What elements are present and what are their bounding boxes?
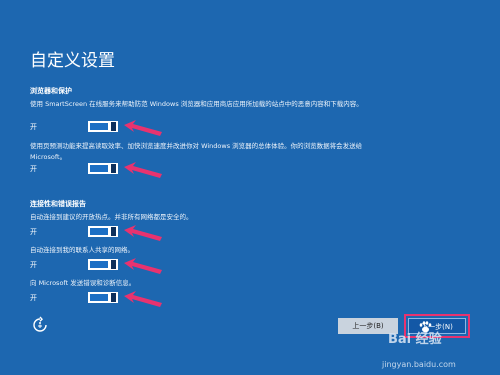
toggle-state-label: 开 (30, 228, 37, 236)
setting-row-error-reporting: 开 (30, 291, 180, 307)
setting-error-reporting-description: 向 Microsoft 发送错误和诊断信息。 (30, 279, 136, 287)
setting-row-open-hotspots: 开 (30, 225, 180, 241)
toggle-thumb (111, 227, 116, 236)
toggle-track (90, 228, 108, 235)
setting-page-prediction-description: 使用页预测功能来提高读取效率、加快浏览速度并改进你对 Windows 浏览器的总… (30, 142, 363, 161)
setting-smartscreen-description: 使用 SmartScreen 在线服务来帮助防范 Windows 浏览器和应用商… (30, 100, 363, 108)
page-prediction-toggle[interactable] (88, 163, 118, 174)
pink-arrow-icon (124, 225, 162, 241)
setting-contact-networks-description: 自动连接到我的联系人共享的网络。 (30, 246, 134, 254)
watermark-url: jingyan.baidu.com (382, 360, 456, 369)
toggle-thumb (111, 164, 116, 173)
toggle-track (90, 261, 108, 268)
toggle-state-label: 开 (30, 294, 37, 302)
pink-arrow-icon (124, 162, 162, 178)
page-title: 自定义设置 (30, 51, 115, 71)
toggle-thumb (111, 293, 116, 302)
setting-row-smartscreen: 开 (30, 120, 180, 136)
pink-arrow-icon (124, 291, 162, 307)
smartscreen-toggle[interactable] (88, 121, 118, 132)
setting-row-contact-networks: 开 (30, 258, 180, 274)
error-reporting-toggle[interactable] (88, 292, 118, 303)
toggle-track (90, 294, 108, 301)
toggle-thumb (111, 260, 116, 269)
toggle-state-label: 开 (30, 261, 37, 269)
contact-networks-toggle[interactable] (88, 259, 118, 270)
watermark-brand: Bai 经验 (388, 332, 442, 347)
ease-of-access-icon[interactable] (31, 316, 49, 334)
pink-arrow-icon (124, 258, 162, 274)
open-hotspots-toggle[interactable] (88, 226, 118, 237)
toggle-state-label: 开 (30, 123, 37, 131)
toggle-track (90, 165, 108, 172)
section-heading-browser-protection: 浏览器和保护 (30, 87, 72, 95)
toggle-track (90, 123, 108, 130)
setting-row-page-prediction: 开 (30, 162, 180, 178)
section-heading-connectivity: 连接性和错误报告 (30, 200, 86, 208)
pink-arrow-icon (124, 120, 162, 136)
toggle-thumb (111, 122, 116, 131)
toggle-state-label: 开 (30, 165, 37, 173)
setting-open-hotspots-description: 自动连接到建议的开放热点。并非所有网络都是安全的。 (30, 213, 193, 221)
